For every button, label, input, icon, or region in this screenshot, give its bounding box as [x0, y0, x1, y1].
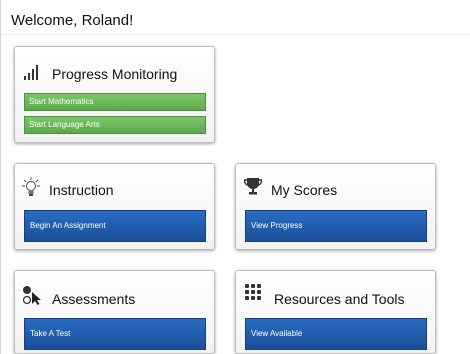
assessments-title: Assessments	[52, 291, 136, 307]
progress-monitoring-title: Progress Monitoring	[52, 66, 178, 82]
instruction-card: Instruction Begin An Assignment	[14, 163, 215, 250]
grid-dots-icon	[245, 284, 262, 306]
my-scores-card: My Scores View Progress	[235, 163, 436, 250]
my-scores-title: My Scores	[271, 182, 338, 198]
assessments-card: Assessments Take A Test	[14, 270, 215, 354]
lightbulb-icon	[22, 177, 40, 202]
cursor-click-icon	[22, 285, 44, 310]
take-test-button[interactable]: Take A Test	[24, 318, 206, 350]
progress-monitoring-card: Progress Monitoring Start Mathematics St…	[14, 46, 215, 143]
header-divider	[1, 34, 470, 35]
trophy-icon	[243, 177, 263, 200]
view-progress-button[interactable]: View Progress	[245, 210, 427, 242]
resources-tools-title: Resources and Tools	[274, 291, 405, 307]
start-language-arts-button[interactable]: Start Language Arts	[24, 116, 206, 134]
welcome-heading: Welcome, Roland!	[11, 12, 134, 29]
view-available-button[interactable]: View Available	[245, 318, 427, 350]
signal-bars-icon	[23, 63, 41, 86]
resources-tools-card: Resources and Tools View Available	[235, 270, 436, 354]
dashboard-page: Welcome, Roland! Progress Monitoring Sta…	[0, 0, 470, 354]
instruction-title: Instruction	[49, 182, 114, 198]
start-mathematics-button[interactable]: Start Mathematics	[24, 93, 206, 111]
begin-assignment-button[interactable]: Begin An Assignment	[24, 210, 206, 242]
